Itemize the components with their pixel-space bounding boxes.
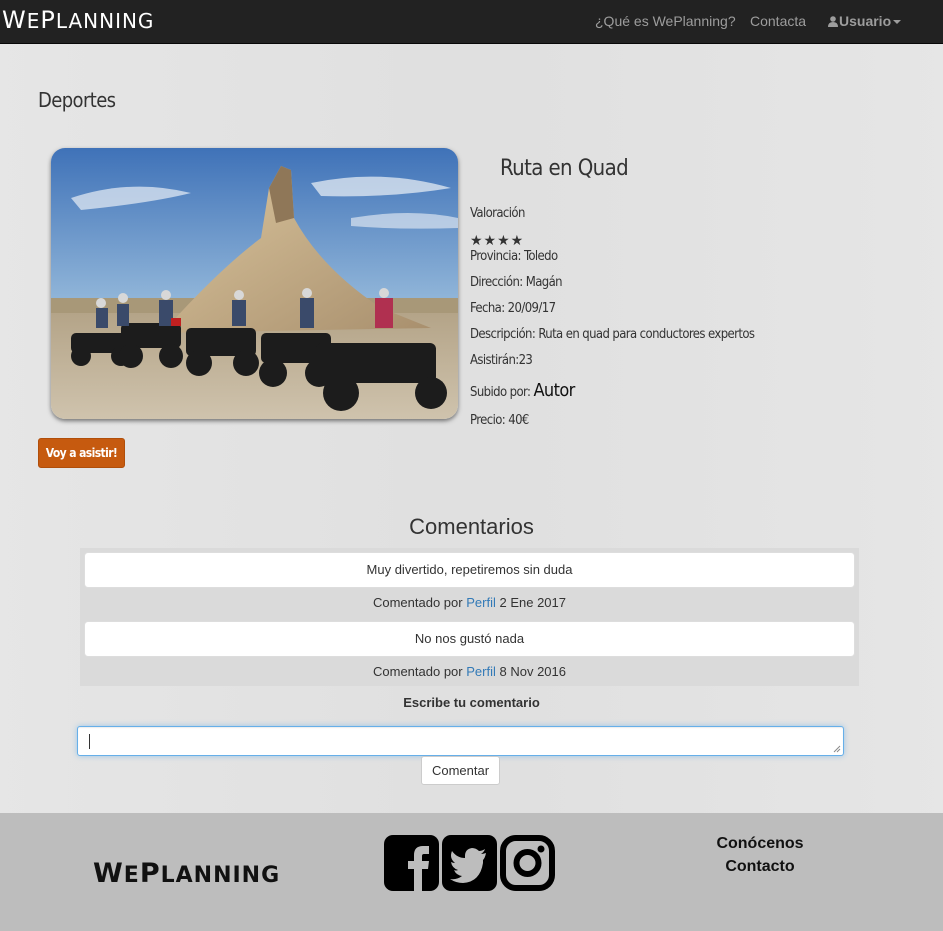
caret-down-icon: [893, 20, 902, 25]
footer: WEPLANNING Conócenos Contacto: [0, 813, 943, 931]
twitter-icon[interactable]: [442, 835, 497, 891]
user-icon: [828, 16, 838, 27]
brand-logo[interactable]: WEPLANNING: [2, 6, 154, 34]
page-title: Deportes: [38, 88, 116, 112]
comment-text: Muy divertido, repetiremos sin duda: [84, 552, 855, 588]
brand-letter: LANNING: [160, 863, 281, 888]
comments-list: Muy divertido, repetiremos sin duda Come…: [80, 548, 859, 686]
user-label: Usuario: [839, 13, 892, 29]
brand-letter: E: [123, 863, 140, 888]
comment-meta: Comentado por Perfil 2 Ene 2017: [80, 595, 859, 610]
comments-heading: Comentarios: [409, 514, 534, 539]
instagram-icon[interactable]: [500, 835, 555, 891]
event-title: Ruta en Quad: [500, 156, 629, 181]
event-price: Precio: 40€: [470, 413, 529, 428]
footer-brand-logo[interactable]: WEPLANNING: [93, 858, 280, 889]
event-address: Dirección: Magán: [470, 275, 563, 290]
comment-profile-link[interactable]: Perfil: [466, 664, 496, 679]
event-date: Fecha: 20/09/17: [470, 301, 556, 316]
comment-text: No nos gustó nada: [84, 621, 855, 657]
comment-date: 2 Ene 2017: [499, 595, 566, 610]
event-description: Descripción: Ruta en quad para conductor…: [470, 327, 755, 342]
event-province: Provincia: Toledo: [470, 249, 558, 264]
event-attendees: Asistirán:23: [470, 353, 533, 368]
author-link[interactable]: Autor: [533, 380, 575, 401]
event-uploader: Subido por: Autor: [470, 380, 575, 401]
user-dropdown[interactable]: Usuario: [828, 13, 902, 29]
comment-meta: Comentado por Perfil 8 Nov 2016: [80, 664, 859, 679]
event-photo: [51, 148, 458, 419]
uploaded-by-label: Subido por:: [470, 385, 531, 400]
comment-textarea[interactable]: [77, 726, 844, 756]
resize-grip-icon[interactable]: [833, 745, 841, 753]
brand-letter: W: [2, 6, 27, 34]
brand-letter: P: [139, 858, 161, 889]
attend-button[interactable]: Voy a asistir!: [38, 438, 125, 468]
rating-label: Valoración: [470, 206, 525, 221]
comment-by-label: Comentado por: [373, 664, 463, 679]
comment-profile-link[interactable]: Perfil: [466, 595, 496, 610]
text-cursor: [89, 734, 90, 749]
nav-link-about[interactable]: ¿Qué es WePlanning?: [595, 13, 736, 29]
submit-comment-button[interactable]: Comentar: [421, 756, 500, 785]
brand-letter: LANNING: [55, 9, 155, 33]
top-navbar: WEPLANNING ¿Qué es WePlanning? Contacta …: [0, 0, 943, 44]
quad-landscape-image: [51, 148, 458, 419]
brand-letter: E: [26, 9, 41, 33]
footer-link-about[interactable]: Conócenos: [660, 835, 860, 853]
brand-letter: P: [40, 6, 56, 34]
rating-stars: ★★★★: [470, 232, 525, 248]
write-comment-label: Escribe tu comentario: [403, 695, 540, 710]
nav-link-contact[interactable]: Contacta: [750, 13, 806, 29]
facebook-icon[interactable]: [384, 835, 439, 891]
footer-link-contact[interactable]: Contacto: [660, 858, 860, 876]
comment-date: 8 Nov 2016: [499, 664, 567, 679]
brand-letter: W: [93, 858, 124, 889]
comment-by-label: Comentado por: [372, 595, 463, 610]
